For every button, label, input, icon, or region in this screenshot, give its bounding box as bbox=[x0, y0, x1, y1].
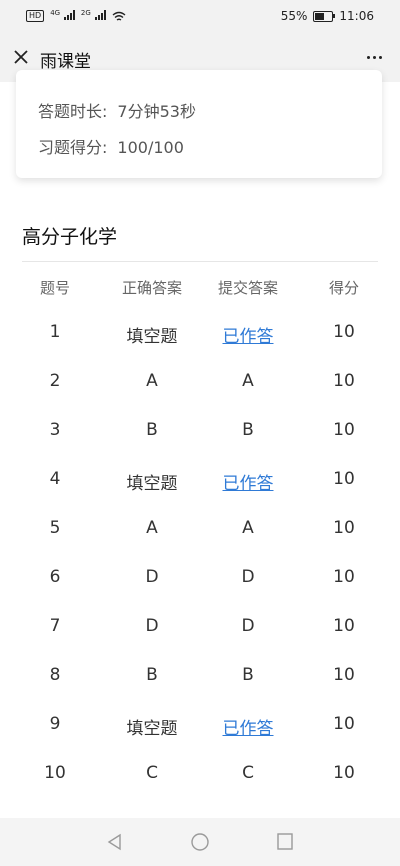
course-title: 高分子化学 bbox=[22, 226, 118, 248]
score-label: 习题得分: bbox=[38, 138, 108, 157]
cell-question-no: 2 bbox=[49, 371, 61, 391]
answered-link[interactable]: 已作答 bbox=[223, 322, 274, 347]
recents-icon[interactable] bbox=[276, 833, 294, 851]
table-row: 3 B B 10 bbox=[0, 408, 400, 457]
network-type-2: 2G bbox=[80, 9, 91, 17]
cell-correct-answer: D bbox=[145, 616, 159, 636]
cell-score: 10 bbox=[333, 567, 355, 587]
status-right: 55% 11:06 bbox=[281, 9, 374, 23]
table-header: 题号 正确答案 提交答案 得分 bbox=[0, 262, 400, 310]
cell-question-no: 8 bbox=[49, 665, 61, 685]
cell-question-no: 6 bbox=[49, 567, 61, 587]
system-nav-bar bbox=[0, 818, 400, 866]
header-correct-answer: 正确答案 bbox=[121, 279, 183, 297]
cell-submitted-answer: B bbox=[242, 665, 254, 685]
table-row: 9 填空题 已作答 10 bbox=[0, 702, 400, 751]
signal-icon-2: 2G bbox=[81, 9, 106, 23]
page-title: 雨课堂 bbox=[40, 52, 91, 72]
cell-correct-answer: C bbox=[146, 763, 158, 783]
cell-question-no: 7 bbox=[49, 616, 61, 636]
summary-card: 答题时长: 7分钟53秒 习题得分: 100/100 bbox=[16, 70, 382, 178]
cell-submitted-answer: C bbox=[242, 763, 254, 783]
cell-question-no: 5 bbox=[49, 518, 61, 538]
duration-label: 答题时长: bbox=[38, 102, 108, 121]
close-icon[interactable] bbox=[12, 48, 30, 66]
network-type-1: 4G bbox=[50, 9, 61, 17]
cell-correct-answer: 填空题 bbox=[126, 327, 178, 347]
cell-correct-answer: 填空题 bbox=[126, 719, 178, 739]
clock: 11:06 bbox=[339, 9, 374, 23]
cell-score: 10 bbox=[333, 665, 355, 685]
duration-value: 7分钟53秒 bbox=[117, 102, 196, 121]
cell-score: 10 bbox=[333, 371, 355, 391]
more-icon[interactable] bbox=[367, 56, 382, 59]
cell-score: 10 bbox=[333, 763, 355, 783]
wifi-icon bbox=[112, 11, 126, 21]
cell-correct-answer: B bbox=[146, 665, 158, 685]
table-row: 10 C C 10 bbox=[0, 751, 400, 800]
header-score: 得分 bbox=[328, 279, 360, 297]
answered-link[interactable]: 已作答 bbox=[223, 469, 274, 494]
cell-submitted-answer: D bbox=[241, 567, 255, 587]
cell-question-no: 9 bbox=[49, 714, 61, 734]
answered-link[interactable]: 已作答 bbox=[223, 714, 274, 739]
back-icon[interactable] bbox=[106, 833, 124, 851]
cell-score: 10 bbox=[333, 420, 355, 440]
cell-submitted-answer: D bbox=[241, 616, 255, 636]
table-row: 5 A A 10 bbox=[0, 506, 400, 555]
cell-score: 10 bbox=[333, 322, 355, 342]
cell-question-no: 4 bbox=[49, 469, 61, 489]
cell-score: 10 bbox=[333, 714, 355, 734]
status-left: HD 4G 2G bbox=[26, 9, 126, 23]
cell-correct-answer: B bbox=[146, 420, 158, 440]
table-row: 8 B B 10 bbox=[0, 653, 400, 702]
cell-score: 10 bbox=[333, 469, 355, 489]
home-icon[interactable] bbox=[190, 833, 210, 853]
cell-question-no: 1 bbox=[49, 322, 61, 342]
table-row: 7 D D 10 bbox=[0, 604, 400, 653]
header-question-no: 题号 bbox=[39, 279, 71, 297]
table-row: 4 填空题 已作答 10 bbox=[0, 457, 400, 506]
battery-percent: 55% bbox=[280, 9, 308, 23]
cell-question-no: 3 bbox=[49, 420, 61, 440]
status-bar: HD 4G 2G 55% 11:06 bbox=[0, 0, 400, 34]
table-row: 1 填空题 已作答 10 bbox=[0, 310, 400, 359]
cell-question-no: 10 bbox=[44, 763, 66, 783]
header-submitted-answer: 提交答案 bbox=[217, 279, 279, 297]
score-row: 习题得分: 100/100 bbox=[38, 134, 184, 158]
score-value: 100/100 bbox=[117, 138, 184, 157]
battery-icon bbox=[313, 10, 336, 22]
answer-table: 题号 正确答案 提交答案 得分 1 填空题 已作答 10 2 A A 10 3 B B 10 4 填空题已… bbox=[0, 262, 400, 800]
cell-score: 10 bbox=[333, 518, 355, 538]
hd-icon: HD bbox=[26, 10, 45, 22]
signal-icon-1: 4G bbox=[50, 9, 75, 23]
cell-submitted-answer: A bbox=[242, 371, 254, 391]
table-row: 2 A A 10 bbox=[0, 359, 400, 408]
cell-submitted-answer: B bbox=[242, 420, 254, 440]
cell-score: 10 bbox=[333, 616, 355, 636]
table-row: 6 D D 10 bbox=[0, 555, 400, 604]
duration-row: 答题时长: 7分钟53秒 bbox=[38, 98, 196, 122]
cell-correct-answer: A bbox=[146, 371, 158, 391]
cell-correct-answer: 填空题 bbox=[126, 474, 178, 494]
cell-submitted-answer: A bbox=[242, 518, 254, 538]
cell-correct-answer: A bbox=[146, 518, 158, 538]
cell-correct-answer: D bbox=[145, 567, 159, 587]
